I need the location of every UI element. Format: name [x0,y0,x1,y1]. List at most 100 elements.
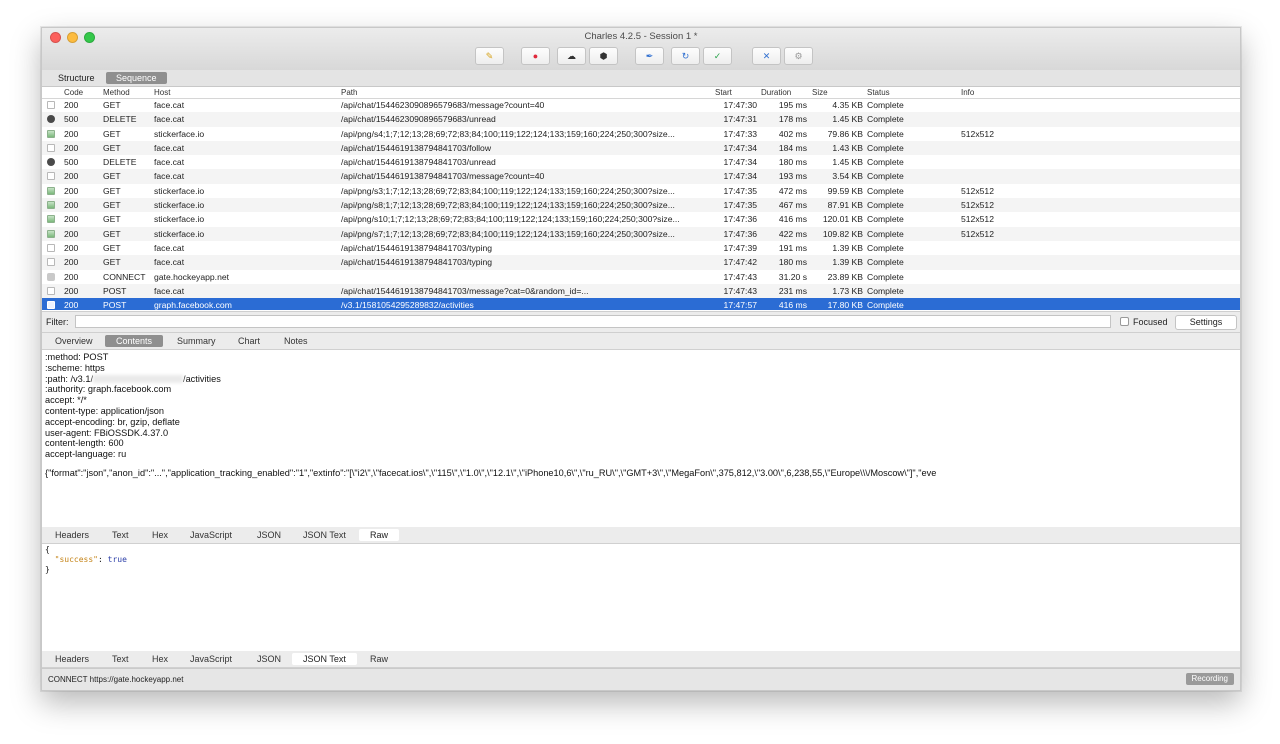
tab-javascript[interactable]: JavaScript [179,653,243,665]
cell-method: GET [103,100,121,110]
col-code[interactable]: Code [64,87,83,98]
recording-badge[interactable]: Recording [1185,673,1234,685]
cell-host: face.cat [154,285,185,296]
cell-path: /api/chat/1544623090896579683/message?co… [341,100,545,110]
table-row[interactable]: 200 POST face.cat/api/chat/154461913879484… [42,283,1240,299]
cell-size: 1.45 KB [832,157,863,168]
tab-json[interactable]: JSON [246,653,292,665]
table-row[interactable]: 200 GET stickerface.io/api/png/s3;1;7;12;1… [42,184,1240,198]
table-row[interactable]: 200 GET face.cat/api/chat/1544619138794841… [42,169,1240,184]
col-host[interactable]: Host [154,87,170,98]
pen-button[interactable]: ✒ [635,47,664,65]
tab-structure[interactable]: Structure [48,72,105,84]
broom-button[interactable]: ✎ [475,47,504,65]
response-format-tabs: Headers Text Hex JavaScript JSON JSON Te… [42,651,1240,668]
cell-code: 200 [64,242,79,253]
record-button[interactable]: ● [521,47,550,65]
tab-contents[interactable]: Contents [105,335,164,347]
cell-code: 200 [64,128,79,139]
settings-button[interactable]: ⚙ [784,47,813,65]
cell-code: 200 [64,142,79,153]
col-size[interactable]: Size [812,87,828,98]
cell-status: Complete [867,285,904,296]
check-button[interactable]: ✓ [703,47,732,65]
cell-start: 17:47:34 [723,142,757,153]
col-status[interactable]: Status [867,87,890,98]
document-icon [47,258,55,267]
tab-chart[interactable]: Chart [227,335,271,347]
cell-size: 1.43 KB [832,142,863,153]
throttle-button[interactable]: ☁ [557,47,586,65]
tab-raw[interactable]: Raw [359,653,399,665]
cell-duration: 231 ms [778,285,807,296]
table-row[interactable]: 200 GET face.cat/api/chat/1544623090896579… [42,98,1240,112]
table-row[interactable]: 200 POST graph.facebook.com/v3.1/158105429… [42,298,1240,310]
table-row[interactable]: 200 GET face.cat/api/chat/1544619138794841… [42,255,1240,270]
col-path[interactable]: Path [341,87,357,98]
json-entry: "success": true [45,555,1240,565]
cell-start: 17:47:31 [723,114,757,125]
lock-icon [47,272,55,281]
tab-headers[interactable]: Headers [44,529,100,541]
table-row[interactable]: 200 GET stickerface.io/api/png/s7;1;7;12;1… [42,226,1240,241]
cell-path: /api/png/s8;1;7;12;13;28;69;72;83;84;100… [341,200,675,211]
table-row[interactable]: 200 GET face.cat/api/chat/1544619138794841… [42,241,1240,255]
cell-info: 512x512 [961,185,994,196]
tools-icon: ✕ [762,50,771,61]
cell-status: Complete [867,171,904,182]
tab-text[interactable]: Text [101,653,140,665]
cell-method: DELETE [103,157,137,168]
table-row[interactable]: 200 CONNECT gate.hockeyapp.net 17:47:43 31.2… [42,270,1240,284]
cell-code: 200 [64,228,79,239]
table-row[interactable]: 200 GET stickerface.io/api/png/s4;1;7;12;1… [42,127,1240,141]
tab-summary[interactable]: Summary [166,335,227,347]
table-row[interactable]: 200 GET face.cat/api/chat/1544619138794841… [42,140,1240,156]
col-duration[interactable]: Duration [761,87,791,98]
col-start[interactable]: Start [715,87,732,98]
tab-headers[interactable]: Headers [44,653,100,665]
focused-checkbox[interactable] [1120,317,1129,326]
table-row[interactable]: 200 GET stickerface.io/api/png/s10;1;7;12;… [42,212,1240,226]
cell-start: 17:47:36 [723,214,757,225]
cell-duration: 31.20 s [778,271,807,282]
settings-button[interactable]: Settings [1175,315,1237,330]
filter-label: Filter: [46,317,69,327]
cell-method: GET [103,185,121,196]
cell-code: 200 [64,285,79,296]
col-method[interactable]: Method [103,87,130,98]
tab-json-text[interactable]: JSON Text [292,653,357,665]
cell-status: Complete [867,300,904,310]
json-value: true [107,555,127,564]
tab-text[interactable]: Text [101,529,140,541]
tab-sequence[interactable]: Sequence [106,72,167,84]
path-suffix: /activities [183,373,221,384]
document-icon [47,143,55,152]
breakpoint-button[interactable]: ⬢ [589,47,618,65]
document-icon [47,301,55,310]
tab-overview[interactable]: Overview [44,335,104,347]
table-row[interactable]: 500 DELETE face.cat/api/chat/1544623090896… [42,112,1240,127]
cell-duration: 178 ms [778,114,807,125]
tab-hex[interactable]: Hex [141,529,179,541]
cell-status: Complete [867,100,904,110]
filter-bar: Filter: Focused Settings [42,311,1240,333]
cell-status: Complete [867,200,904,211]
cell-size: 4.35 KB [832,100,863,110]
tab-json-text[interactable]: JSON Text [292,529,357,541]
tab-hex[interactable]: Hex [141,653,179,665]
tools-button[interactable]: ✕ [752,47,781,65]
cell-status: Complete [867,242,904,253]
table-row[interactable]: 200 GET stickerface.io/api/png/s8;1;7;12;1… [42,198,1240,213]
refresh-button[interactable]: ↻ [671,47,700,65]
tab-json[interactable]: JSON [246,529,292,541]
tab-raw[interactable]: Raw [359,529,400,541]
charles-window: Charles 4.2.5 - Session 1 * ✎ ● ☁ ⬢ ✒ ↻ ✓ ✕ ⚙ St… [41,27,1241,691]
tab-notes[interactable]: Notes [273,335,319,347]
json-close-brace: } [45,565,50,574]
col-info[interactable]: Info [961,87,974,98]
cell-method: GET [103,214,121,225]
tab-javascript[interactable]: JavaScript [179,529,243,541]
table-row[interactable]: 500 DELETE face.cat/api/chat/1544619138794… [42,155,1240,169]
filter-input[interactable] [75,315,1111,328]
cell-status: Complete [867,214,904,225]
